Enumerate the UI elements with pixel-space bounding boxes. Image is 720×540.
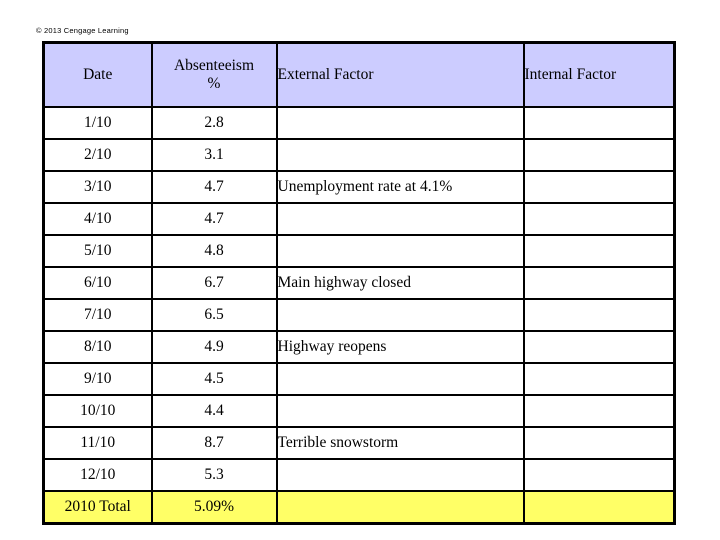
cell-date: 10/10 bbox=[42, 394, 153, 428]
absenteeism-table: Date Absenteeism % External Factor Inter… bbox=[42, 41, 676, 525]
cell-internal-factor bbox=[522, 202, 676, 236]
cell-internal-factor bbox=[522, 330, 676, 364]
cell-date: 9/10 bbox=[42, 362, 153, 396]
column-header-internal-factor: Internal Factor bbox=[522, 41, 676, 108]
cell-internal-factor bbox=[522, 138, 676, 172]
cell-external-factor bbox=[275, 394, 525, 428]
cell-internal-factor bbox=[522, 426, 676, 460]
cell-absenteeism-percent: 4.4 bbox=[150, 394, 278, 428]
cell-absenteeism-percent: 4.8 bbox=[150, 234, 278, 268]
cell-date: 11/10 bbox=[42, 426, 153, 460]
table-row: 7/10 6.5 bbox=[42, 298, 676, 332]
total-cell-internal-factor bbox=[522, 490, 676, 525]
cell-internal-factor bbox=[522, 266, 676, 300]
cell-absenteeism-percent: 4.7 bbox=[150, 170, 278, 204]
cell-absenteeism-percent: 6.5 bbox=[150, 298, 278, 332]
cell-internal-factor bbox=[522, 170, 676, 204]
cell-date: 6/10 bbox=[42, 266, 153, 300]
cell-external-factor bbox=[275, 362, 525, 396]
column-header-date: Date bbox=[42, 41, 153, 108]
total-cell-external-factor bbox=[275, 490, 525, 525]
cell-external-factor bbox=[275, 138, 525, 172]
table-row: 12/10 5.3 bbox=[42, 458, 676, 492]
cell-external-factor bbox=[275, 458, 525, 492]
cell-absenteeism-percent: 4.9 bbox=[150, 330, 278, 364]
cell-external-factor: Unemployment rate at 4.1% bbox=[275, 170, 525, 204]
cell-absenteeism-percent: 3.1 bbox=[150, 138, 278, 172]
cell-external-factor bbox=[275, 202, 525, 236]
cell-external-factor: Highway reopens bbox=[275, 330, 525, 364]
cell-internal-factor bbox=[522, 394, 676, 428]
cell-absenteeism-percent: 4.7 bbox=[150, 202, 278, 236]
table-row: 8/10 4.9 Highway reopens bbox=[42, 330, 676, 364]
table-row: 5/10 4.8 bbox=[42, 234, 676, 268]
cell-date: 12/10 bbox=[42, 458, 153, 492]
cell-internal-factor bbox=[522, 458, 676, 492]
table-row: 9/10 4.5 bbox=[42, 362, 676, 396]
table-header: Date Absenteeism % External Factor Inter… bbox=[42, 41, 676, 108]
cell-external-factor bbox=[275, 234, 525, 268]
table-row: 4/10 4.7 bbox=[42, 202, 676, 236]
cell-date: 7/10 bbox=[42, 298, 153, 332]
table-header-row: Date Absenteeism % External Factor Inter… bbox=[42, 41, 676, 108]
cell-external-factor: Main highway closed bbox=[275, 266, 525, 300]
table-row: 3/10 4.7 Unemployment rate at 4.1% bbox=[42, 170, 676, 204]
cell-internal-factor bbox=[522, 362, 676, 396]
cell-absenteeism-percent: 4.5 bbox=[150, 362, 278, 396]
copyright-notice: © 2013 Cengage Learning bbox=[36, 26, 129, 35]
cell-absenteeism-percent: 6.7 bbox=[150, 266, 278, 300]
column-header-absenteeism-percent: Absenteeism % bbox=[150, 41, 278, 108]
cell-internal-factor bbox=[522, 106, 676, 140]
table-row: 1/10 2.8 bbox=[42, 106, 676, 140]
column-header-percent-symbol: % bbox=[207, 75, 221, 92]
cell-date: 2/10 bbox=[42, 138, 153, 172]
cell-absenteeism-percent: 2.8 bbox=[150, 106, 278, 140]
table-total-row: 2010 Total 5.09% bbox=[42, 490, 676, 525]
cell-date: 4/10 bbox=[42, 202, 153, 236]
cell-internal-factor bbox=[522, 234, 676, 268]
cell-absenteeism-percent: 5.3 bbox=[150, 458, 278, 492]
column-header-absenteeism-label: Absenteeism bbox=[173, 57, 255, 75]
table-row: 10/10 4.4 bbox=[42, 394, 676, 428]
cell-external-factor bbox=[275, 298, 525, 332]
cell-date: 5/10 bbox=[42, 234, 153, 268]
table-row: 11/10 8.7 Terrible snowstorm bbox=[42, 426, 676, 460]
cell-external-factor: Terrible snowstorm bbox=[275, 426, 525, 460]
table-row: 2/10 3.1 bbox=[42, 138, 676, 172]
total-cell-absenteeism-percent: 5.09% bbox=[150, 490, 278, 525]
cell-internal-factor bbox=[522, 298, 676, 332]
table-row: 6/10 6.7 Main highway closed bbox=[42, 266, 676, 300]
absenteeism-table-container: Date Absenteeism % External Factor Inter… bbox=[42, 41, 676, 525]
cell-date: 8/10 bbox=[42, 330, 153, 364]
cell-date: 3/10 bbox=[42, 170, 153, 204]
cell-external-factor bbox=[275, 106, 525, 140]
cell-absenteeism-percent: 8.7 bbox=[150, 426, 278, 460]
total-cell-date: 2010 Total bbox=[42, 490, 153, 525]
column-header-external-factor: External Factor bbox=[275, 41, 525, 108]
cell-date: 1/10 bbox=[42, 106, 153, 140]
table-body: 1/10 2.8 2/10 3.1 3/10 4.7 Unemployment rate a… bbox=[42, 106, 676, 525]
